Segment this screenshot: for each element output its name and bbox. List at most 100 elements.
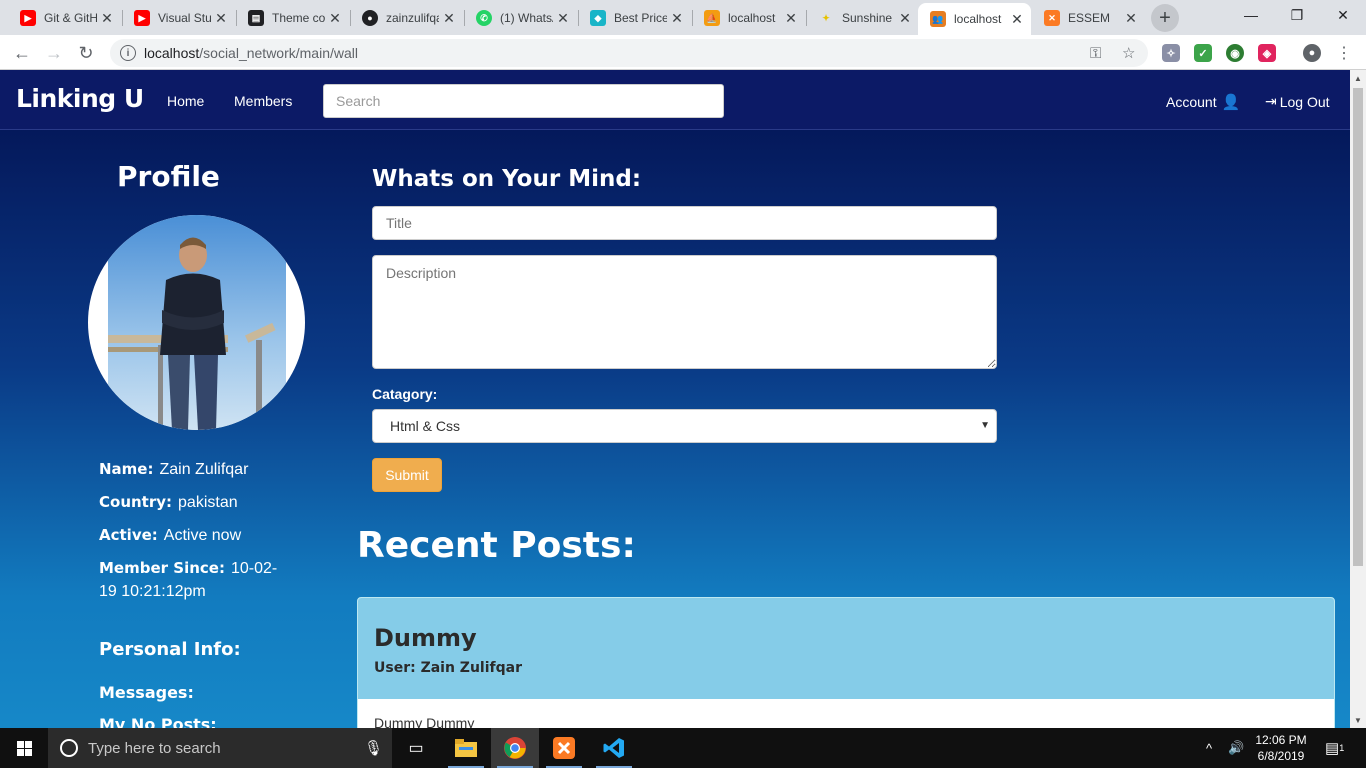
account-label: Account [1166, 94, 1217, 110]
site-navbar: Linking U Home Members Account 👤 ⇥ Log O… [0, 70, 1350, 130]
tab-best-price[interactable]: ◆ Best Price ✕ [578, 5, 691, 31]
submit-button[interactable]: Submit [372, 458, 442, 492]
scroll-up-icon[interactable]: ▲ [1350, 70, 1366, 86]
shield-icon[interactable]: ✓ [1194, 44, 1212, 62]
my-posts-link[interactable]: My No Posts: [99, 715, 217, 728]
clock-date: 6/8/2019 [1257, 749, 1305, 763]
close-icon[interactable]: ✕ [97, 10, 117, 27]
tab-theme-color[interactable]: ▤ Theme color ✕ [236, 5, 349, 31]
menu-icon[interactable]: ⋮ [1330, 39, 1358, 67]
post-body: Dummy Dummy [374, 715, 475, 728]
close-icon[interactable]: ✕ [325, 10, 345, 27]
category-value: Html & Css [390, 418, 460, 434]
personal-info-heading: Personal Info: [99, 639, 241, 660]
post-form-heading: Whats on Your Mind: [372, 166, 642, 192]
new-tab-button[interactable]: + [1151, 4, 1179, 32]
phpmyadmin-icon: ⛵ [704, 10, 720, 26]
chevron-down-icon: ▼ [980, 420, 990, 431]
info-icon[interactable]: i [120, 45, 136, 61]
book-icon: ▤ [248, 10, 264, 26]
windows-icon [16, 740, 32, 756]
category-select[interactable]: Html & Css ▼ [372, 409, 997, 443]
volume-icon[interactable]: 🔊 [1228, 728, 1244, 768]
youtube-icon: ▶ [20, 10, 36, 26]
nav-members[interactable]: Members [234, 93, 292, 109]
post-title[interactable]: Dummy [374, 624, 1318, 652]
vscode-icon[interactable] [590, 728, 638, 768]
key-icon[interactable]: ⚿ [1090, 39, 1101, 67]
back-button[interactable]: ← [8, 39, 36, 67]
logout-link[interactable]: ⇥ Log Out [1265, 93, 1330, 110]
close-icon[interactable]: ✕ [439, 10, 459, 27]
profile-active-row: Active: Active now [99, 526, 242, 544]
microphone-icon[interactable]: 🎙 [364, 739, 383, 757]
github-icon: ● [362, 10, 378, 26]
profile-name-row: Name: Zain Zulifqar [99, 460, 249, 478]
start-button[interactable] [0, 728, 48, 768]
close-icon[interactable]: ✕ [1121, 10, 1141, 27]
page-scrollbar[interactable]: ▲ ▼ [1350, 70, 1366, 728]
post-author: User: Zain Zulifqar [374, 660, 522, 676]
ublock-icon[interactable]: ◈ [1258, 44, 1276, 62]
page-content: Linking U Home Members Account 👤 ⇥ Log O… [0, 70, 1350, 728]
close-icon[interactable]: ✕ [211, 10, 231, 27]
url-path: /social_network/main/wall [199, 45, 358, 61]
show-hidden-icons[interactable]: ^ [1206, 728, 1212, 768]
youtube-icon: ▶ [134, 10, 150, 26]
bookmark-star-icon[interactable]: ☆ [1122, 39, 1135, 67]
close-icon[interactable]: ✕ [1007, 11, 1027, 28]
logout-label: Log Out [1279, 93, 1330, 110]
title-input[interactable] [372, 206, 997, 240]
category-label: Catagory: [372, 386, 438, 402]
tab-localhost-active[interactable]: 👥 localhost ✕ [918, 3, 1031, 35]
tab-whatsapp[interactable]: ✆ (1) WhatsApp ✕ [464, 5, 577, 31]
taskbar-search[interactable]: Type here to search 🎙 [48, 728, 392, 768]
close-icon[interactable]: ✕ [781, 10, 801, 27]
profile-country-row: Country: pakistan [99, 493, 238, 511]
extension-icon[interactable]: ✧ [1162, 44, 1180, 62]
recent-posts-heading: Recent Posts: [357, 525, 636, 566]
avatar [88, 215, 305, 430]
sparkle-icon: ✦ [822, 12, 830, 23]
close-icon[interactable]: ✕ [553, 10, 573, 27]
price-icon: ◆ [590, 10, 606, 26]
chrome-icon[interactable] [491, 728, 539, 768]
file-explorer-icon[interactable] [442, 728, 490, 768]
search-input[interactable] [323, 84, 724, 118]
notification-count: 1 [1339, 743, 1345, 753]
address-bar[interactable]: i localhost/social_network/main/wall ⚿ ☆ [110, 39, 1148, 67]
notifications-icon[interactable]: ▤ 1 [1325, 728, 1344, 768]
account-link[interactable]: Account 👤 [1166, 93, 1240, 111]
close-window-button[interactable]: ✕ [1320, 0, 1366, 30]
restore-button[interactable]: ❐ [1274, 0, 1320, 30]
brand-logo[interactable]: Linking U [16, 84, 144, 113]
task-view-icon[interactable]: ▭ [392, 728, 440, 768]
messages-link[interactable]: Messages: [99, 683, 194, 702]
xampp-icon[interactable] [540, 728, 588, 768]
close-icon[interactable]: ✕ [895, 10, 915, 27]
profile-country: pakistan [178, 494, 238, 511]
forward-button[interactable]: → [40, 39, 68, 67]
tab-github[interactable]: ● zainzulifqar ✕ [350, 5, 463, 31]
tab-localhost-phpmyadmin[interactable]: ⛵ localhost ✕ [692, 5, 805, 31]
user-icon: 👤 [1221, 94, 1241, 111]
close-icon[interactable]: ✕ [667, 10, 687, 27]
nav-home[interactable]: Home [167, 93, 204, 109]
profile-name: Zain Zulifqar [159, 461, 249, 478]
reload-button[interactable]: ↻ [72, 39, 100, 67]
globe-icon[interactable]: ◉ [1226, 44, 1244, 62]
tab-git-github[interactable]: ▶ Git & GitHub ✕ [8, 5, 121, 31]
scroll-down-icon[interactable]: ▼ [1350, 712, 1366, 728]
scroll-thumb[interactable] [1353, 88, 1363, 566]
minimize-button[interactable]: — [1228, 0, 1274, 30]
tab-visual-studio[interactable]: ▶ Visual Studio ✕ [122, 5, 235, 31]
description-input[interactable] [372, 255, 997, 369]
post-card: Dummy User: Zain Zulifqar Dummy Dummy [357, 597, 1335, 728]
tab-sunshine[interactable]: ✦ Sunshine ✕ [806, 5, 919, 31]
post-header: Dummy User: Zain Zulifqar [358, 598, 1334, 699]
tab-essem[interactable]: ✕ ESSEM ✕ [1032, 5, 1145, 31]
profile-icon[interactable]: ● [1303, 44, 1321, 62]
clock[interactable]: 12:06 PM 6/8/2019 [1250, 732, 1312, 764]
xampp-icon: ✕ [1044, 10, 1060, 26]
whatsapp-icon: ✆ [476, 10, 492, 26]
